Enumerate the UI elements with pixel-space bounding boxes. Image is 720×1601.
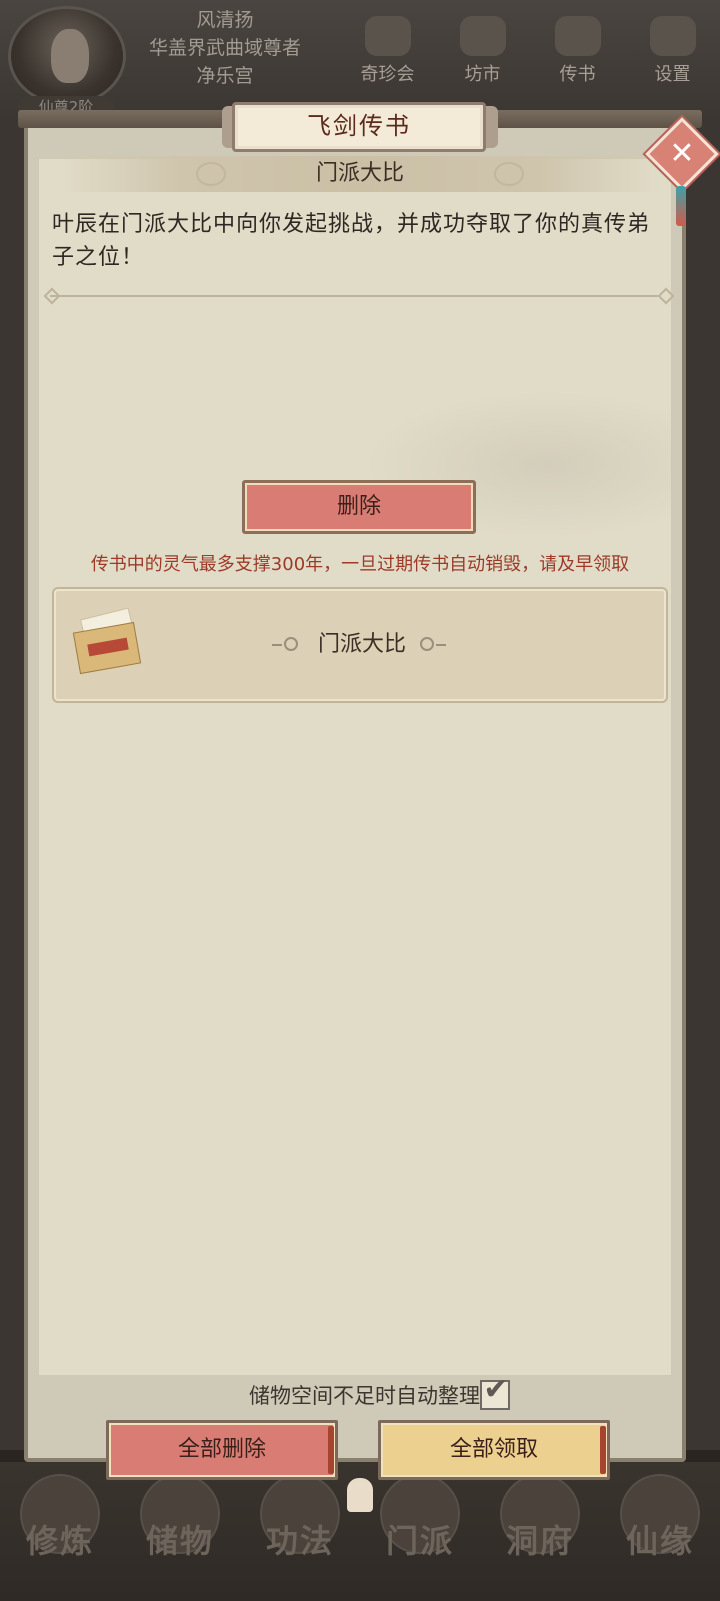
bottom-nav-label: 洞府 — [505, 1522, 574, 1560]
top-nav-settings[interactable]: 设置 — [625, 10, 720, 90]
top-nav: 奇珍会 坊市 传书 设置 — [340, 10, 720, 90]
claim-all-button[interactable]: 全部领取 — [378, 1420, 610, 1480]
close-icon[interactable]: ✕ — [656, 128, 708, 180]
mail-list: 门派大比 — [52, 587, 668, 703]
top-nav-label: 传书 — [559, 64, 596, 85]
tassel-decoration — [676, 186, 686, 226]
button-cap — [328, 1426, 334, 1474]
title-ornament — [420, 637, 434, 651]
mail-detail-body: 叶辰在门派大比中向你发起挑战，并成功夺取了你的真传弟子之位！ — [52, 212, 651, 270]
gear-icon — [649, 16, 696, 56]
checkmark-icon: ✔ — [483, 1372, 509, 1407]
top-nav-treasure[interactable]: 奇珍会 — [340, 10, 435, 90]
player-info: 风清扬 华盖界武曲域尊者 净乐宫 — [130, 6, 320, 90]
mail-item-title: 门派大比 — [317, 632, 406, 657]
bottom-nav-label: 仙缘 — [625, 1522, 694, 1560]
bottom-nav-label: 门派 — [385, 1522, 454, 1560]
top-nav-label: 奇珍会 — [360, 64, 415, 85]
modal-content-panel — [38, 158, 672, 1376]
expiry-notice: 传书中的灵气最多支撑300年，一旦过期传书自动销毁，请及早领取 — [90, 554, 630, 575]
list-item[interactable]: 门派大比 — [52, 587, 668, 703]
bottom-nav-storage[interactable]: 储物 — [125, 1470, 235, 1601]
bottom-nav-label: 修炼 — [25, 1522, 94, 1560]
top-nav-market[interactable]: 坊市 — [435, 10, 530, 90]
bell-icon — [347, 1478, 373, 1512]
mail-detail-title: 门派大比 — [315, 161, 404, 186]
auto-sort-label: 储物空间不足时自动整理 — [249, 1384, 480, 1408]
top-nav-label: 坊市 — [464, 64, 501, 85]
delete-all-button[interactable]: 全部删除 — [106, 1420, 338, 1480]
player-avatar[interactable] — [8, 6, 126, 106]
bottom-nav-fate[interactable]: 仙缘 — [605, 1470, 715, 1601]
detail-divider — [50, 295, 670, 297]
top-nav-letters[interactable]: 传书 — [530, 10, 625, 90]
bottom-nav-label: 功法 — [265, 1522, 334, 1560]
player-sect: 净乐宫 — [196, 65, 254, 87]
button-cap — [600, 1426, 606, 1474]
player-name: 风清扬 — [196, 9, 254, 31]
modal-title: 飞剑传书 — [232, 102, 486, 152]
bottom-nav-cave[interactable]: 洞府 — [485, 1470, 595, 1601]
bottom-nav-label: 储物 — [145, 1522, 214, 1560]
letter-icon — [554, 16, 601, 56]
bottom-nav-sect[interactable]: 门派 — [365, 1470, 475, 1601]
top-nav-label: 设置 — [654, 64, 691, 85]
bottom-nav-cultivate[interactable]: 修炼 — [5, 1470, 115, 1601]
bottom-nav-skills[interactable]: 功法 — [245, 1470, 355, 1601]
treasure-icon — [364, 16, 411, 56]
delete-button[interactable]: 删除 — [242, 480, 476, 534]
avatar-face — [51, 29, 89, 83]
player-title: 华盖界武曲域尊者 — [148, 37, 301, 59]
market-icon — [459, 16, 506, 56]
title-ornament — [436, 644, 446, 646]
